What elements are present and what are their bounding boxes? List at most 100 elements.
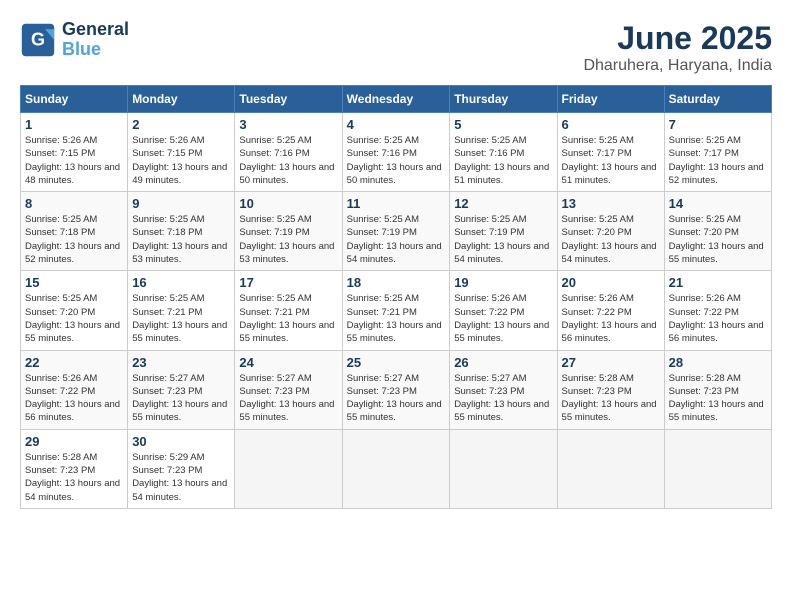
- calendar-cell: [664, 429, 771, 508]
- day-info: Sunrise: 5:25 AM Sunset: 7:21 PM Dayligh…: [347, 292, 446, 345]
- day-info: Sunrise: 5:25 AM Sunset: 7:20 PM Dayligh…: [25, 292, 123, 345]
- day-number: 3: [239, 117, 337, 132]
- day-number: 1: [25, 117, 123, 132]
- day-info: Sunrise: 5:25 AM Sunset: 7:16 PM Dayligh…: [347, 134, 446, 187]
- day-info: Sunrise: 5:25 AM Sunset: 7:19 PM Dayligh…: [454, 213, 552, 266]
- day-info: Sunrise: 5:25 AM Sunset: 7:16 PM Dayligh…: [454, 134, 552, 187]
- day-info: Sunrise: 5:25 AM Sunset: 7:16 PM Dayligh…: [239, 134, 337, 187]
- logo-text: General Blue: [62, 20, 129, 60]
- day-number: 26: [454, 355, 552, 370]
- day-info: Sunrise: 5:26 AM Sunset: 7:22 PM Dayligh…: [25, 372, 123, 425]
- calendar-cell: 10 Sunrise: 5:25 AM Sunset: 7:19 PM Dayli…: [235, 192, 342, 271]
- calendar-header-row: SundayMondayTuesdayWednesdayThursdayFrid…: [21, 86, 772, 113]
- day-info: Sunrise: 5:25 AM Sunset: 7:20 PM Dayligh…: [669, 213, 767, 266]
- calendar-header-sunday: Sunday: [21, 86, 128, 113]
- location-title: Dharuhera, Haryana, India: [583, 57, 772, 75]
- month-title: June 2025: [583, 20, 772, 57]
- day-info: Sunrise: 5:25 AM Sunset: 7:17 PM Dayligh…: [562, 134, 660, 187]
- day-number: 6: [562, 117, 660, 132]
- calendar-cell: 16 Sunrise: 5:25 AM Sunset: 7:21 PM Dayli…: [128, 271, 235, 350]
- calendar-week-5: 29 Sunrise: 5:28 AM Sunset: 7:23 PM Dayli…: [21, 429, 772, 508]
- day-info: Sunrise: 5:26 AM Sunset: 7:15 PM Dayligh…: [25, 134, 123, 187]
- day-number: 10: [239, 196, 337, 211]
- day-info: Sunrise: 5:27 AM Sunset: 7:23 PM Dayligh…: [132, 372, 230, 425]
- day-number: 13: [562, 196, 660, 211]
- calendar-cell: 18Sunrise: 5:25 AM Sunset: 7:21 PM Dayli…: [342, 271, 450, 350]
- day-number: 7: [669, 117, 767, 132]
- day-info: Sunrise: 5:25 AM Sunset: 7:19 PM Dayligh…: [347, 213, 446, 266]
- calendar-header-saturday: Saturday: [664, 86, 771, 113]
- title-area: June 2025 Dharuhera, Haryana, India: [583, 20, 772, 75]
- calendar-cell: 3 Sunrise: 5:25 AM Sunset: 7:16 PM Daylig…: [235, 113, 342, 192]
- day-number: 11: [347, 196, 446, 211]
- day-number: 25: [347, 355, 446, 370]
- calendar-cell: [557, 429, 664, 508]
- calendar-cell: 15 Sunrise: 5:25 AM Sunset: 7:20 PM Dayli…: [21, 271, 128, 350]
- day-info: Sunrise: 5:25 AM Sunset: 7:21 PM Dayligh…: [132, 292, 230, 345]
- day-info: Sunrise: 5:29 AM Sunset: 7:23 PM Dayligh…: [132, 451, 230, 504]
- day-number: 22: [25, 355, 123, 370]
- calendar-cell: 12 Sunrise: 5:25 AM Sunset: 7:19 PM Dayli…: [450, 192, 557, 271]
- logo-line2: Blue: [62, 39, 101, 59]
- calendar-cell: 7 Sunrise: 5:25 AM Sunset: 7:17 PM Daylig…: [664, 113, 771, 192]
- day-info: Sunrise: 5:27 AM Sunset: 7:23 PM Dayligh…: [239, 372, 337, 425]
- calendar-cell: 9Sunrise: 5:25 AM Sunset: 7:18 PM Daylig…: [128, 192, 235, 271]
- header: G General Blue June 2025 Dharuhera, Hary…: [20, 20, 772, 75]
- day-number: 16: [132, 275, 230, 290]
- day-info: Sunrise: 5:25 AM Sunset: 7:17 PM Dayligh…: [669, 134, 767, 187]
- calendar-cell: 22 Sunrise: 5:26 AM Sunset: 7:22 PM Dayli…: [21, 350, 128, 429]
- calendar-cell: 20 Sunrise: 5:26 AM Sunset: 7:22 PM Dayli…: [557, 271, 664, 350]
- svg-text:G: G: [31, 29, 45, 49]
- day-info: Sunrise: 5:28 AM Sunset: 7:23 PM Dayligh…: [562, 372, 660, 425]
- calendar-cell: 28 Sunrise: 5:28 AM Sunset: 7:23 PM Dayli…: [664, 350, 771, 429]
- calendar-cell: 17Sunrise: 5:25 AM Sunset: 7:21 PM Dayli…: [235, 271, 342, 350]
- day-number: 15: [25, 275, 123, 290]
- day-number: 14: [669, 196, 767, 211]
- day-number: 29: [25, 434, 123, 449]
- calendar-week-1: 1 Sunrise: 5:26 AM Sunset: 7:15 PM Daylig…: [21, 113, 772, 192]
- day-number: 2: [132, 117, 230, 132]
- logo-line1: General: [62, 20, 129, 40]
- calendar-header-wednesday: Wednesday: [342, 86, 450, 113]
- calendar-week-4: 22 Sunrise: 5:26 AM Sunset: 7:22 PM Dayli…: [21, 350, 772, 429]
- calendar-table: SundayMondayTuesdayWednesdayThursdayFrid…: [20, 85, 772, 509]
- day-number: 27: [562, 355, 660, 370]
- day-number: 5: [454, 117, 552, 132]
- calendar-cell: 24 Sunrise: 5:27 AM Sunset: 7:23 PM Dayli…: [235, 350, 342, 429]
- calendar-cell: [235, 429, 342, 508]
- day-info: Sunrise: 5:25 AM Sunset: 7:19 PM Dayligh…: [239, 213, 337, 266]
- calendar-cell: 29 Sunrise: 5:28 AM Sunset: 7:23 PM Dayli…: [21, 429, 128, 508]
- calendar-week-2: 8Sunrise: 5:25 AM Sunset: 7:18 PM Daylig…: [21, 192, 772, 271]
- day-number: 24: [239, 355, 337, 370]
- day-number: 8: [25, 196, 123, 211]
- calendar-cell: 27 Sunrise: 5:28 AM Sunset: 7:23 PM Dayli…: [557, 350, 664, 429]
- logo-icon: G: [20, 22, 56, 58]
- day-number: 30: [132, 434, 230, 449]
- day-number: 28: [669, 355, 767, 370]
- calendar-cell: [450, 429, 557, 508]
- day-number: 20: [562, 275, 660, 290]
- day-info: Sunrise: 5:26 AM Sunset: 7:22 PM Dayligh…: [669, 292, 767, 345]
- day-info: Sunrise: 5:28 AM Sunset: 7:23 PM Dayligh…: [25, 451, 123, 504]
- calendar-header-thursday: Thursday: [450, 86, 557, 113]
- calendar-header-friday: Friday: [557, 86, 664, 113]
- day-number: 21: [669, 275, 767, 290]
- day-info: Sunrise: 5:26 AM Sunset: 7:22 PM Dayligh…: [454, 292, 552, 345]
- day-number: 4: [347, 117, 446, 132]
- day-info: Sunrise: 5:26 AM Sunset: 7:22 PM Dayligh…: [562, 292, 660, 345]
- calendar-cell: 11 Sunrise: 5:25 AM Sunset: 7:19 PM Dayli…: [342, 192, 450, 271]
- calendar-cell: 30 Sunrise: 5:29 AM Sunset: 7:23 PM Dayli…: [128, 429, 235, 508]
- calendar-cell: 13 Sunrise: 5:25 AM Sunset: 7:20 PM Dayli…: [557, 192, 664, 271]
- day-number: 12: [454, 196, 552, 211]
- day-number: 9: [132, 196, 230, 211]
- calendar-cell: 26Sunrise: 5:27 AM Sunset: 7:23 PM Dayli…: [450, 350, 557, 429]
- day-info: Sunrise: 5:27 AM Sunset: 7:23 PM Dayligh…: [347, 372, 446, 425]
- calendar-cell: 8Sunrise: 5:25 AM Sunset: 7:18 PM Daylig…: [21, 192, 128, 271]
- calendar-cell: [342, 429, 450, 508]
- day-info: Sunrise: 5:25 AM Sunset: 7:20 PM Dayligh…: [562, 213, 660, 266]
- day-info: Sunrise: 5:28 AM Sunset: 7:23 PM Dayligh…: [669, 372, 767, 425]
- day-number: 17: [239, 275, 337, 290]
- calendar-week-3: 15 Sunrise: 5:25 AM Sunset: 7:20 PM Dayli…: [21, 271, 772, 350]
- calendar-cell: 6 Sunrise: 5:25 AM Sunset: 7:17 PM Daylig…: [557, 113, 664, 192]
- calendar-header-monday: Monday: [128, 86, 235, 113]
